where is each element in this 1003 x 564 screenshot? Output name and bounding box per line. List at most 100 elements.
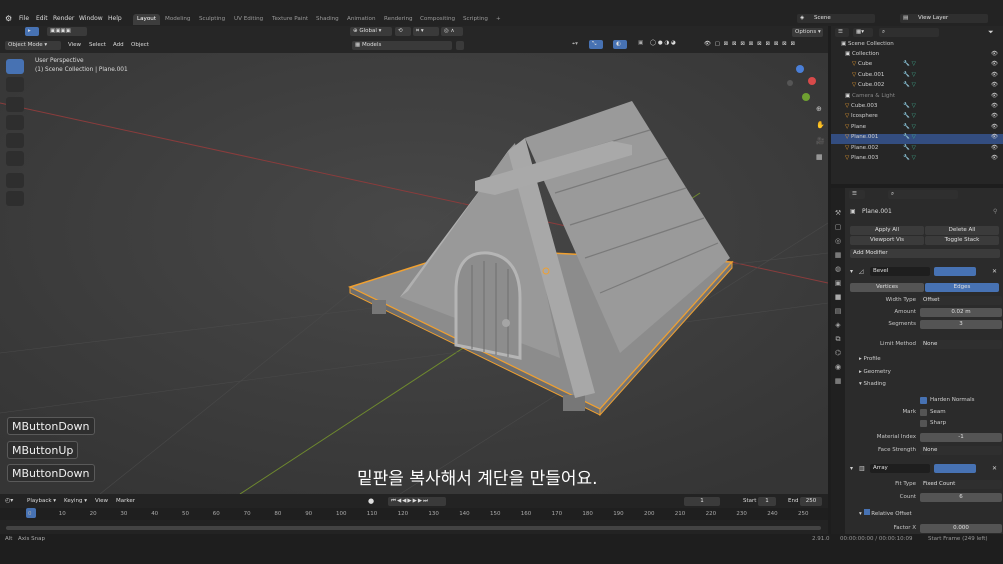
cursor-tool-icon[interactable] [6, 77, 24, 92]
move-tool-icon[interactable] [6, 97, 24, 112]
pivot-icon[interactable]: ⟲ [395, 27, 411, 36]
display-mode-icon[interactable]: ▦▾ [853, 28, 873, 37]
modifier-data-icons[interactable]: 🔧 ▽ [903, 61, 916, 67]
add-workspace-icon[interactable]: + [492, 14, 505, 25]
relative-offset-panel[interactable]: ▾ Relative Offset [859, 509, 912, 517]
relative-offset-checkbox[interactable] [863, 509, 870, 515]
tab-texture-paint[interactable]: Texture Paint [268, 14, 312, 25]
eye-icon[interactable]: 👁 [991, 155, 998, 161]
keying-menu[interactable]: Keying ▾ [64, 498, 87, 504]
toggle-stack-button[interactable]: Toggle Stack [925, 236, 999, 245]
outliner-row[interactable]: ▽ Icosphere 🔧 ▽ 👁 [831, 113, 1003, 123]
current-frame-field[interactable]: 1 [684, 497, 720, 506]
pin-icon[interactable]: ⚲ [993, 208, 997, 215]
options-dropdown[interactable]: Options ▾ [792, 28, 823, 37]
fit-type-dropdown[interactable]: Fixed Count [920, 480, 1002, 489]
outliner-row[interactable]: ▽ Cube.003 🔧 ▽ 👁 [831, 103, 1003, 113]
eye-icon[interactable]: 👁 [991, 51, 998, 57]
tab-compositing[interactable]: Compositing [416, 14, 459, 25]
select-box-tool-icon[interactable] [6, 59, 24, 74]
menu-help[interactable]: Help [108, 15, 122, 22]
tab-uv-editing[interactable]: UV Editing [230, 14, 267, 25]
material-index-field[interactable]: -1 [920, 433, 1002, 442]
modifier-data-icons[interactable]: 🔧 ▽ [903, 124, 916, 130]
timeline-scrollbar[interactable] [6, 526, 821, 530]
properties-search[interactable]: ⌕ [888, 190, 958, 199]
camera-view-icon[interactable]: 🎥 [816, 137, 825, 145]
eye-icon[interactable]: 👁 [991, 72, 998, 78]
eye-icon[interactable]: 👁 [991, 145, 998, 151]
factor-x-field[interactable]: 0.000 [920, 524, 1002, 533]
eye-icon[interactable]: 👁 [991, 124, 998, 130]
width-type-dropdown[interactable]: Offset [920, 296, 1002, 305]
face-strength-dropdown[interactable]: None [920, 446, 1002, 455]
menu-view[interactable]: View [68, 42, 81, 48]
modifier-data-icons[interactable]: 🔧 ▽ [903, 113, 916, 119]
xray-icon[interactable]: ▣ [638, 40, 643, 46]
zoom-icon[interactable]: ⊕ [816, 105, 822, 113]
bevel-vertices-toggle[interactable]: Vertices [850, 283, 924, 292]
amount-field[interactable]: 0.02 m [920, 308, 1002, 317]
bevel-edges-toggle[interactable]: Edges [925, 283, 999, 292]
array-close-icon[interactable]: ✕ [992, 465, 997, 472]
add-modifier-dropdown[interactable]: Add Modifier [850, 249, 1000, 258]
profile-panel-header[interactable]: ▸ Profile [859, 356, 881, 362]
editor-type-icon[interactable]: ☰ [835, 28, 849, 37]
modifier-data-icons[interactable]: 🔧 ▽ [903, 155, 916, 161]
filter-icon[interactable]: ⏷ [988, 28, 994, 37]
properties-editor-icon[interactable]: ☰ [849, 190, 865, 199]
eye-icon[interactable]: 👁 [991, 93, 998, 99]
modifier-visibility-toggles[interactable] [934, 267, 976, 276]
eye-icon[interactable]: 👁 [991, 134, 998, 140]
visibility-icons[interactable]: 👁 ▢ ⊠ ⊠ ⊠ ⊠ ⊠ ⊠ ⊠ ⊠ ⊠ [704, 41, 796, 47]
menu-window[interactable]: Window [79, 15, 103, 22]
menu-edit[interactable]: Edit [36, 15, 48, 22]
record-icon[interactable]: ● [368, 497, 374, 505]
outliner-search[interactable]: ⌕ [879, 28, 939, 37]
segments-field[interactable]: 3 [920, 320, 1002, 329]
outliner-row[interactable]: ▣ Collection 👁 [831, 51, 1003, 61]
show-gizmo-icon[interactable]: ⤡ [589, 40, 603, 49]
snap-target-toggle-icon[interactable] [456, 41, 464, 50]
array-visibility-toggles[interactable] [934, 464, 976, 473]
menu-object[interactable]: Object [131, 42, 149, 48]
tab-scripting[interactable]: Scripting [459, 14, 492, 25]
select-tool-icon[interactable]: ▸ [25, 27, 39, 36]
outliner-row[interactable]: ▽ Cube 🔧 ▽ 👁 [831, 61, 1003, 71]
modifier-data-icons[interactable]: 🔧 ▽ [903, 134, 916, 140]
sharp-checkbox[interactable] [920, 420, 927, 427]
snap-target-dropdown[interactable]: ▦ Models [352, 41, 452, 50]
outliner-row[interactable]: ▽ Plane 🔧 ▽ 👁 [831, 124, 1003, 134]
modifier-data-icons[interactable]: 🔧 ▽ [903, 72, 916, 78]
timeline-view-menu[interactable]: View [95, 498, 108, 504]
playback-controls[interactable]: ⏮◀◀▶▶▶⏭ [388, 497, 446, 506]
tab-rendering[interactable]: Rendering [380, 14, 417, 25]
playback-menu[interactable]: Playback ▾ [27, 498, 56, 504]
tab-shading[interactable]: Shading [312, 14, 343, 25]
menu-render[interactable]: Render [53, 15, 74, 22]
array-collapse-icon[interactable]: ▾ [850, 465, 853, 472]
scene-selector[interactable]: ◈ Scene [797, 14, 875, 23]
eye-icon[interactable]: 👁 [991, 113, 998, 119]
view-layer-selector[interactable]: ▤ View Layer [900, 14, 988, 23]
bevel-name-field[interactable]: Bevel [870, 267, 930, 276]
mode-dropdown[interactable]: Object Mode ▾ [5, 41, 61, 50]
outliner-row-scene-collection[interactable]: ▣ Scene Collection [831, 41, 1003, 51]
transform-tool-icon[interactable] [6, 151, 24, 166]
outliner-row[interactable]: ▽ Plane.003 🔧 ▽ 👁 [831, 155, 1003, 165]
ortho-toggle-icon[interactable]: ▦ [816, 153, 823, 161]
shading-modes-icon[interactable]: ◯ ● ◑ ◕ [650, 40, 676, 46]
end-frame-field[interactable]: 250 [800, 497, 822, 506]
shading-panel-header[interactable]: ▾ Shading [859, 381, 886, 387]
modifier-close-icon[interactable]: ✕ [992, 268, 997, 275]
outliner-row[interactable]: ▽ Plane.002 🔧 ▽ 👁 [831, 145, 1003, 155]
annotate-tool-icon[interactable] [6, 173, 24, 188]
menu-select[interactable]: Select [89, 42, 106, 48]
orientation-dropdown[interactable]: ⊕ Global ▾ [350, 27, 392, 36]
tab-layout[interactable]: Layout [133, 14, 161, 25]
gizmo-icon[interactable]: ⌖▾ [572, 41, 578, 48]
outliner-row[interactable]: ▽ Cube.002 🔧 ▽ 👁 [831, 82, 1003, 92]
blender-logo-icon[interactable]: ⚙ [5, 14, 12, 23]
outliner-row[interactable]: ▽ Plane.001 🔧 ▽ 👁 [831, 134, 1003, 145]
modifier-data-icons[interactable]: 🔧 ▽ [903, 103, 916, 109]
